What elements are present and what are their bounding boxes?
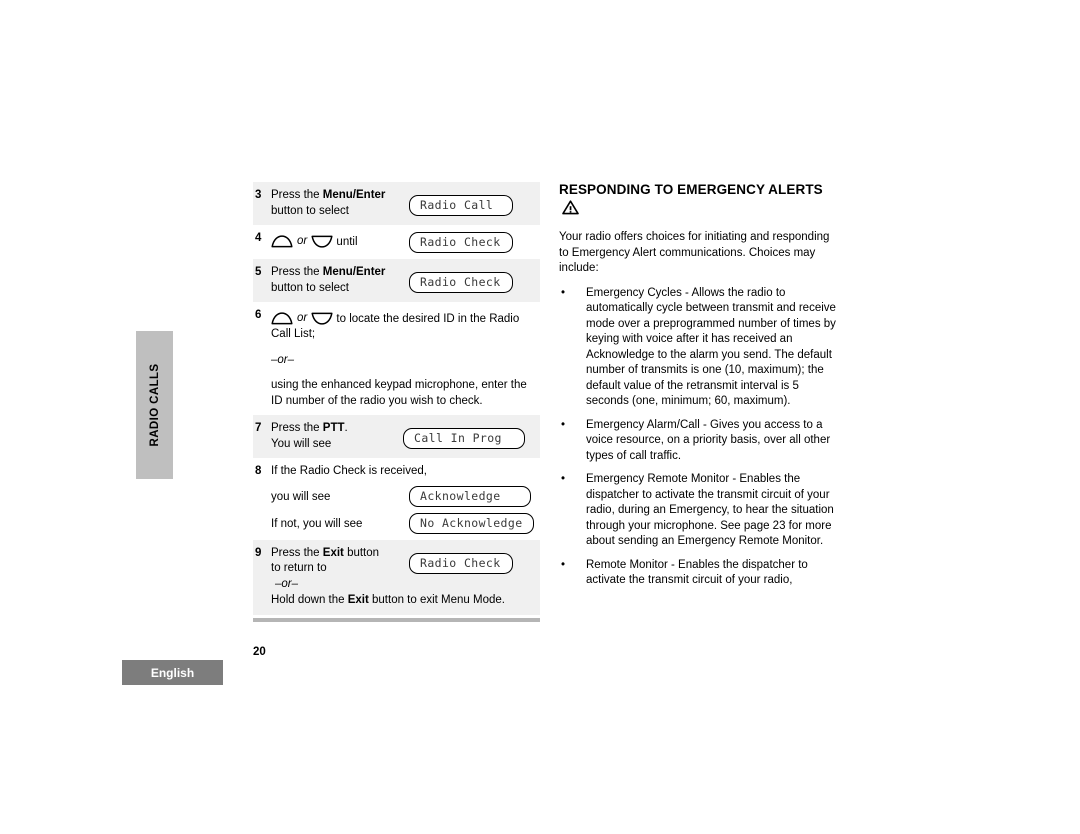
- section-heading-text: RESPONDING TO EMERGENCY ALERTS: [559, 182, 823, 197]
- step-text-bold: Exit: [347, 594, 369, 607]
- arrow-up-icon: [271, 235, 293, 248]
- step-instruction: Press the Menu/Enter button to select: [271, 188, 409, 219]
- step-sub-instruction: you will see: [271, 485, 409, 506]
- table-row: 8 If the Radio Check is received, you wi…: [253, 458, 540, 540]
- step-text-part: button to select: [271, 204, 349, 217]
- step-text-part: until: [333, 235, 358, 248]
- table-row: 4 or until Radio Check: [253, 225, 540, 259]
- chapter-side-tab-label: RADIO CALLS: [148, 363, 161, 447]
- list-item-text: Remote Monitor - Enables the dispatcher …: [586, 558, 808, 587]
- arrow-down-icon: [311, 312, 333, 325]
- bullet-icon: •: [561, 286, 566, 299]
- lcd-display: Radio Call: [409, 195, 513, 216]
- chapter-side-tab: RADIO CALLS: [136, 331, 173, 479]
- procedure-table: 3 Press the Menu/Enter button to select …: [253, 182, 540, 622]
- language-badge: English: [122, 660, 223, 685]
- list-item-text: Emergency Remote Monitor - Enables the d…: [586, 473, 834, 547]
- bullet-icon: •: [561, 473, 566, 485]
- step-text-bold: PTT: [322, 422, 345, 435]
- step-text-part: .: [344, 422, 348, 435]
- lcd-display: Radio Check: [409, 232, 513, 253]
- step-number: 7: [255, 422, 262, 435]
- table-row: 9 Press the Exit button to return to –or…: [253, 539, 540, 615]
- or-divider: –or–: [271, 353, 295, 366]
- or-separator: or: [297, 312, 308, 324]
- step-sub-instruction: If not, you will see: [271, 512, 409, 533]
- step-lead-text: If the Radio Check is received,: [271, 465, 427, 478]
- or-separator: or: [297, 235, 308, 247]
- step-instruction: or until: [271, 231, 409, 250]
- table-row: 5 Press the Menu/Enter button to select …: [253, 259, 540, 302]
- right-column: RESPONDING TO EMERGENCY ALERTS Your radi…: [559, 181, 841, 597]
- step-text-part: you will see: [271, 490, 331, 503]
- step-alt-instruction: using the enhanced keypad microphone, en…: [271, 379, 527, 407]
- step-text-part: Press the: [271, 422, 323, 435]
- step-number: 9: [255, 546, 262, 559]
- list-item-text: Emergency Cycles - Allows the radio to a…: [586, 286, 836, 408]
- choices-list: • Emergency Cycles - Allows the radio to…: [559, 286, 841, 589]
- section-heading: RESPONDING TO EMERGENCY ALERTS: [559, 181, 841, 219]
- lcd-display: Acknowledge: [409, 485, 531, 507]
- arrow-up-icon: [271, 312, 293, 325]
- language-badge-label: English: [150, 665, 195, 680]
- step-text-bold: Exit: [322, 546, 344, 559]
- list-item: • Emergency Remote Monitor - Enables the…: [559, 472, 841, 550]
- step-number: 6: [255, 309, 262, 321]
- step-text-part: You will see: [271, 437, 332, 450]
- step-instruction: Press the Exit button to return to –or–: [271, 546, 409, 593]
- list-item: • Emergency Alarm/Call - Gives you acces…: [559, 418, 841, 465]
- step-text-part: Hold down the: [271, 594, 348, 607]
- lcd-display: Radio Check: [409, 272, 513, 293]
- warning-triangle-icon: [562, 199, 579, 220]
- lcd-display: Call In Prog: [403, 428, 525, 450]
- step-text-part: If not, you will see: [271, 517, 363, 530]
- step-text-part: Press the: [271, 546, 323, 559]
- list-item: • Remote Monitor - Enables the dispatche…: [559, 558, 841, 589]
- lcd-display: No Acknowledge: [409, 512, 534, 534]
- step-number: 5: [255, 266, 262, 278]
- arrow-down-icon: [311, 235, 333, 248]
- step-number: 8: [255, 465, 262, 478]
- step-number: 3: [255, 189, 262, 201]
- step-text-part: Press the: [271, 266, 323, 278]
- step-text-part: button to select: [271, 281, 349, 294]
- table-bottom-rule: [253, 617, 540, 622]
- list-item-text: Emergency Alarm/Call - Gives you access …: [586, 418, 831, 462]
- step-instruction: Press the Menu/Enter button to select: [271, 265, 409, 296]
- or-divider: –or–: [275, 577, 299, 590]
- step-text-part: button to exit Menu Mode.: [368, 594, 505, 607]
- step-instruction: Press the PTT. You will see: [271, 421, 409, 452]
- bullet-icon: •: [561, 418, 566, 431]
- lcd-display: Radio Check: [409, 552, 513, 574]
- step-text-bold: Menu/Enter: [322, 189, 386, 201]
- bullet-icon: •: [561, 558, 566, 571]
- step-text-part: Press the: [271, 189, 323, 201]
- page-number: 20: [253, 646, 266, 658]
- table-row: 6 or to locate the desired ID in the Rad…: [253, 302, 540, 416]
- step-text-part: to return to: [271, 562, 327, 575]
- table-row: 3 Press the Menu/Enter button to select …: [253, 182, 540, 225]
- step-number: 4: [255, 232, 262, 244]
- section-intro: Your radio offers choices for initiating…: [559, 231, 830, 274]
- nav-arrow-group: or: [271, 234, 333, 250]
- nav-arrow-group: or: [271, 311, 333, 327]
- step-text-part: button: [343, 546, 380, 559]
- list-item: • Emergency Cycles - Allows the radio to…: [559, 286, 841, 410]
- step-text-bold: Menu/Enter: [322, 266, 386, 278]
- table-row: 7 Press the PTT. You will see Call In Pr…: [253, 415, 540, 459]
